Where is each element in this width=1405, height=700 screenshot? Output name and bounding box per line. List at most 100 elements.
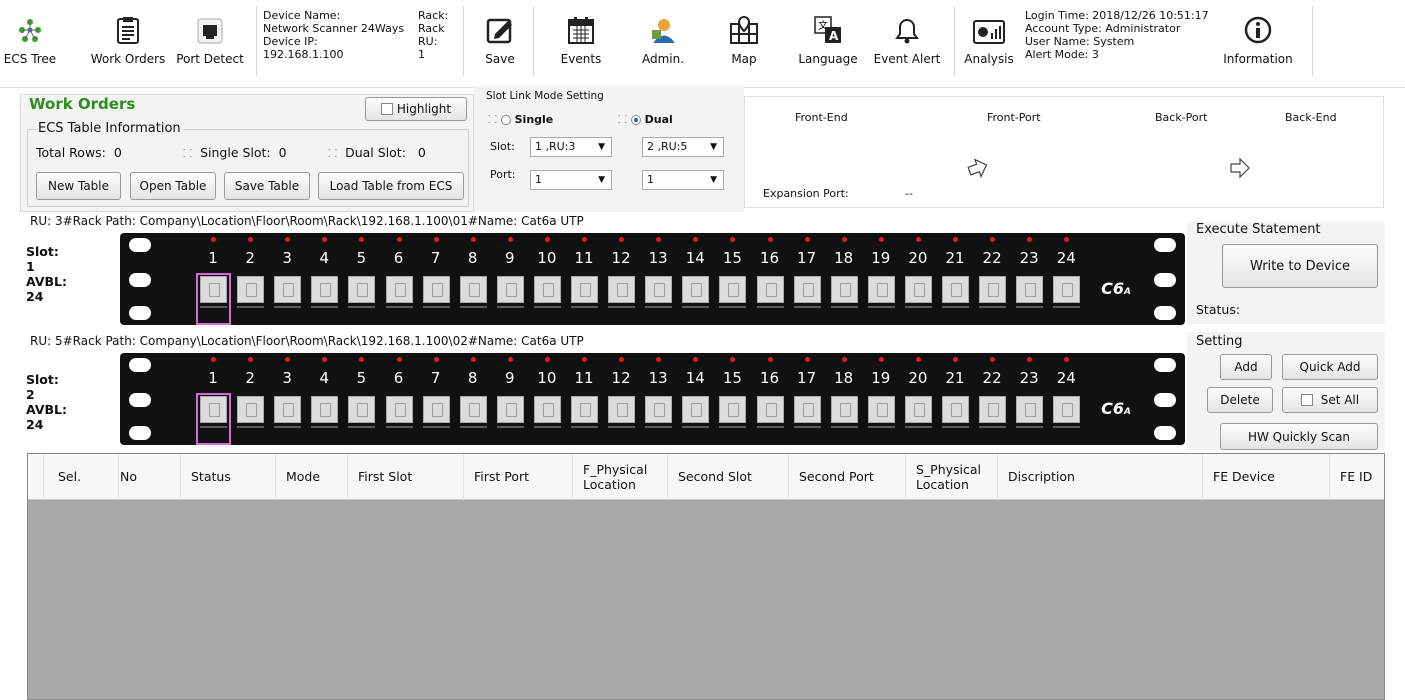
avbl-value: 24 (26, 289, 44, 304)
save-button[interactable]: Save (474, 6, 526, 84)
rj45-port[interactable] (645, 276, 673, 303)
rj45-port[interactable] (608, 276, 636, 303)
slot2-select[interactable]: 2 ,RU:5 ▼ (642, 137, 724, 157)
chevron-down-icon: ▼ (710, 175, 717, 185)
load-table-from-ecs-button[interactable]: Load Table from ECS (318, 172, 464, 200)
single-radio[interactable] (500, 115, 511, 125)
analysis-button[interactable]: Analysis (959, 6, 1019, 84)
rj45-port[interactable] (793, 396, 821, 423)
rj45-port[interactable] (533, 276, 561, 303)
rj45-port[interactable] (645, 396, 673, 423)
new-table-button[interactable]: New Table (36, 172, 121, 200)
rj45-port[interactable] (1016, 276, 1044, 303)
rj45-port[interactable] (237, 276, 265, 303)
rj45-port[interactable] (459, 396, 487, 423)
delete-button[interactable]: Delete (1207, 387, 1273, 413)
rj45-port[interactable] (571, 396, 598, 423)
rj45-port[interactable] (496, 396, 524, 423)
set-all-checkbox[interactable] (1300, 394, 1313, 406)
column-header[interactable]: Second Slot (668, 454, 789, 500)
rj45-port[interactable] (422, 396, 450, 423)
cat6a-logo: C6A (1101, 399, 1131, 418)
port-led (359, 237, 365, 242)
work-order-table[interactable]: Sel. No Status Mode First Slot First Por… (27, 453, 1385, 700)
save-table-button[interactable]: Save Table (224, 172, 310, 200)
rj45-port[interactable] (719, 396, 747, 423)
rj45-port[interactable] (496, 276, 524, 303)
rj45-port[interactable] (608, 396, 636, 423)
column-header[interactable]: Sel. (45, 454, 119, 500)
rj45-port[interactable] (274, 276, 302, 303)
rj45-port[interactable] (793, 276, 821, 303)
rj45-port[interactable] (867, 396, 895, 423)
hw-quickly-scan-button[interactable]: HW Quickly Scan (1220, 423, 1378, 450)
rj45-port[interactable] (385, 396, 413, 423)
port-detect-button[interactable]: Port Detect (170, 6, 250, 84)
language-button[interactable]: 文A Language (795, 6, 861, 84)
set-all-toggle[interactable]: Set All (1282, 387, 1378, 413)
single-mode-option[interactable]: ⸬ Single (488, 112, 553, 127)
column-header[interactable]: F_Physical Location (573, 454, 668, 500)
admin-button[interactable]: Admin. (637, 6, 689, 84)
quick-add-button[interactable]: Quick Add (1282, 354, 1378, 380)
port-number: 16 (759, 249, 780, 267)
column-header[interactable]: Discription (998, 454, 1203, 500)
column-header[interactable]: Status (181, 454, 276, 500)
slot1-select[interactable]: 1 ,RU:3 ▼ (530, 137, 612, 157)
rj45-port[interactable] (422, 276, 450, 303)
rj45-port[interactable] (348, 276, 376, 303)
highlight-checkbox[interactable] (380, 103, 393, 115)
port-label-strip (459, 426, 487, 428)
column-header[interactable]: Mode (276, 454, 348, 500)
rj45-port[interactable] (459, 276, 487, 303)
rj45-port[interactable] (830, 396, 858, 423)
column-header[interactable]: Second Port (789, 454, 906, 500)
column-header[interactable]: First Slot (348, 454, 464, 500)
work-orders-button[interactable]: Work Orders (91, 6, 165, 84)
map-button[interactable]: Map (718, 6, 770, 84)
rj45-port[interactable] (1053, 276, 1081, 303)
rj45-port[interactable] (1016, 396, 1044, 423)
rj45-port[interactable] (830, 276, 858, 303)
rj45-port[interactable] (571, 276, 598, 303)
rj45-port[interactable] (237, 396, 265, 423)
dual-mode-option[interactable]: ⸬ Dual (618, 112, 673, 127)
rj45-port[interactable] (682, 276, 710, 303)
write-to-device-button[interactable]: Write to Device (1222, 244, 1378, 288)
rj45-port[interactable] (904, 396, 932, 423)
column-header[interactable]: No (110, 454, 181, 500)
rj45-port[interactable] (979, 276, 1007, 303)
rj45-port[interactable] (756, 396, 784, 423)
rj45-port[interactable] (942, 396, 969, 423)
column-header[interactable]: S_Physical Location (906, 454, 998, 500)
rj45-port[interactable] (942, 276, 969, 303)
rj45-port[interactable] (904, 276, 932, 303)
single-slot: ⸬ Single Slot: 0 (183, 145, 287, 161)
rj45-port[interactable] (1053, 396, 1081, 423)
event-alert-label: Event Alert (873, 52, 941, 66)
events-button[interactable]: Events (555, 6, 607, 84)
rj45-port[interactable] (311, 396, 339, 423)
rj45-port[interactable] (385, 276, 413, 303)
information-button[interactable]: Information (1218, 6, 1298, 84)
ecs-tree-button[interactable]: ECS Tree (4, 6, 56, 84)
add-button[interactable]: Add (1220, 354, 1272, 380)
event-alert-button[interactable]: Event Alert (868, 6, 946, 84)
column-header[interactable]: FE ID (1330, 454, 1384, 500)
rj45-port[interactable] (756, 276, 784, 303)
port1-select[interactable]: 1 ▼ (530, 170, 612, 190)
column-header[interactable]: First Port (464, 454, 573, 500)
rj45-port[interactable] (719, 276, 747, 303)
column-header[interactable]: FE Device (1203, 454, 1330, 500)
port2-select[interactable]: 1 ▼ (642, 170, 724, 190)
rj45-port[interactable] (533, 396, 561, 423)
dual-radio[interactable] (630, 115, 641, 125)
rj45-port[interactable] (311, 276, 339, 303)
open-table-button[interactable]: Open Table (130, 172, 216, 200)
rj45-port[interactable] (682, 396, 710, 423)
rj45-port[interactable] (348, 396, 376, 423)
rj45-port[interactable] (867, 276, 895, 303)
rj45-port[interactable] (274, 396, 302, 423)
highlight-toggle[interactable]: Highlight (365, 97, 467, 121)
rj45-port[interactable] (979, 396, 1007, 423)
